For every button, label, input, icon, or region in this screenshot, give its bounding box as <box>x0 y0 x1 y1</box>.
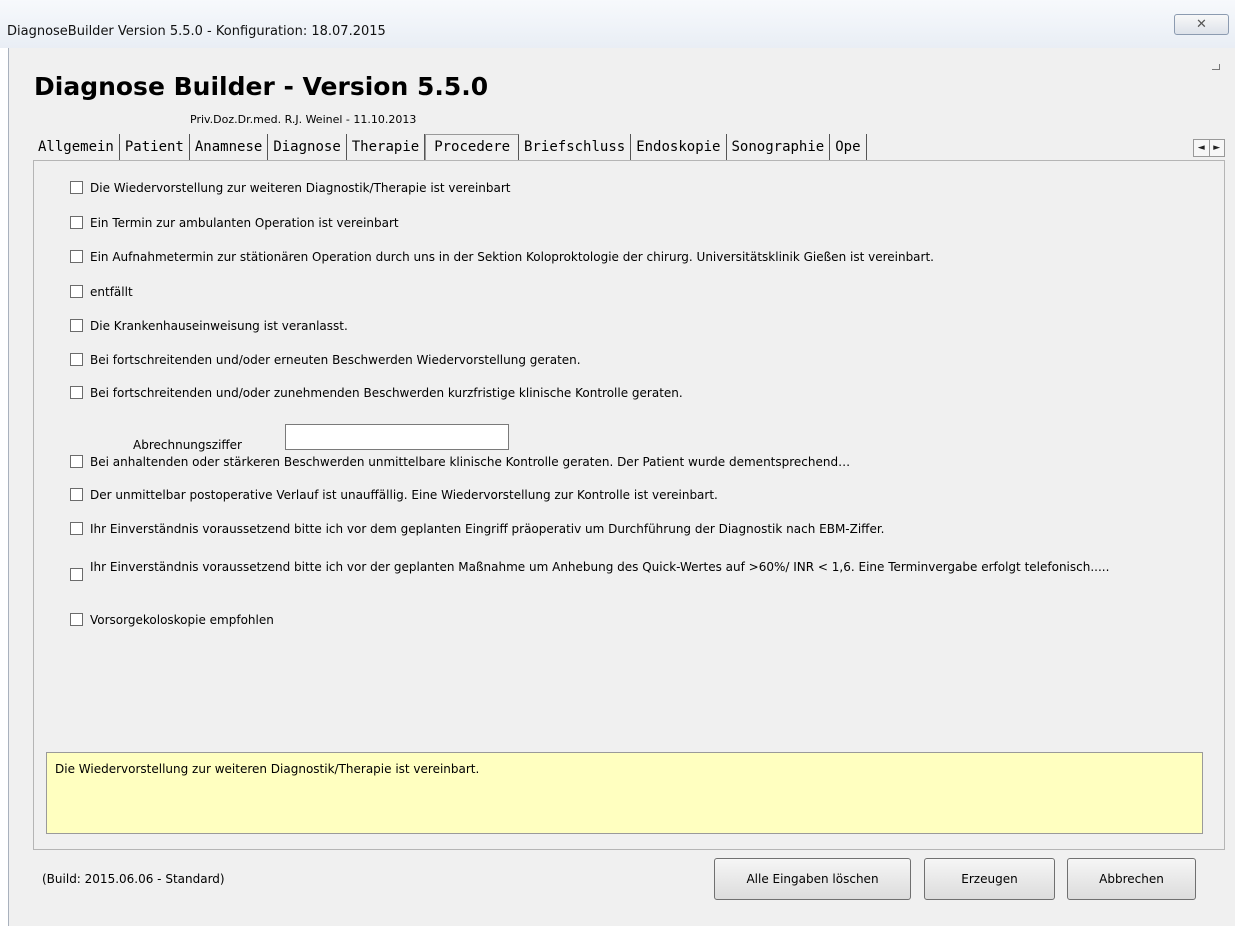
checkbox-row-erneute-beschwerden[interactable]: Bei fortschreitenden und/oder erneuten B… <box>70 352 1190 368</box>
checkbox-label: Bei anhaltenden oder stärkeren Beschwerd… <box>90 455 851 469</box>
window-titlebar: DiagnoseBuilder Version 5.5.0 - Konfigur… <box>0 0 1235 48</box>
checkbox-icon[interactable] <box>70 285 83 298</box>
tab-endoskopie[interactable]: Endoskopie <box>631 134 727 160</box>
checkbox-icon[interactable] <box>70 181 83 194</box>
tab-anamnese[interactable]: Anamnese <box>189 134 269 160</box>
build-info: (Build: 2015.06.06 - Standard) <box>42 872 225 886</box>
checkbox-label: entfällt <box>90 285 133 299</box>
checkbox-label: Ein Termin zur ambulanten Operation ist … <box>90 216 399 230</box>
tab-scroll-left-icon[interactable]: ◄ <box>1194 140 1209 156</box>
window-title: DiagnoseBuilder Version 5.5.0 - Konfigur… <box>7 24 386 39</box>
checkbox-row-ambulante-operation[interactable]: Ein Termin zur ambulanten Operation ist … <box>70 215 1190 231</box>
tab-strip: Allgemein Patient Anamnese Diagnose Therapie… <box>33 132 1193 160</box>
checkbox-icon[interactable] <box>70 522 83 535</box>
checkbox-row-quick-wert[interactable]: Ihr Einverständnis voraussetzend bitte i… <box>70 559 1190 581</box>
tab-therapie[interactable]: Therapie <box>346 134 426 160</box>
clear-all-button[interactable]: Alle Eingaben löschen <box>714 858 911 900</box>
close-window-button[interactable]: ✕ <box>1174 14 1229 35</box>
checkbox-label: Ein Aufnahmetermin zur stätionären Opera… <box>90 250 934 264</box>
cancel-button[interactable]: Abbrechen <box>1067 858 1196 900</box>
checkbox-icon[interactable] <box>70 386 83 399</box>
preview-text: Die Wiedervorstellung zur weiteren Diagn… <box>55 762 480 776</box>
checkbox-icon[interactable] <box>70 250 83 263</box>
checkbox-label: Bei fortschreitenden und/oder zunehmende… <box>90 386 683 400</box>
checkbox-row-entfaellt[interactable]: entfällt <box>70 284 1190 300</box>
tab-diagnose[interactable]: Diagnose <box>268 134 347 160</box>
checkbox-row-wiedervorstellung[interactable]: Die Wiedervorstellung zur weiteren Diagn… <box>70 180 1190 196</box>
tab-sonographie[interactable]: Sonographie <box>726 134 831 160</box>
tab-procedere[interactable]: Procedere <box>425 134 520 160</box>
checkbox-row-postoperativer-verlauf[interactable]: Der unmittelbar postoperative Verlauf is… <box>70 487 1190 503</box>
checkbox-label: Vorsorgekoloskopie empfohlen <box>90 613 274 627</box>
checkbox-row-aufnahmetermin[interactable]: Ein Aufnahmetermin zur stätionären Opera… <box>70 249 1190 265</box>
tab-scroll-buttons: ◄ ► <box>1193 139 1225 157</box>
generate-button[interactable]: Erzeugen <box>924 858 1055 900</box>
preview-text-box: Die Wiedervorstellung zur weiteren Diagn… <box>46 752 1203 834</box>
checkbox-row-vorsorgekoloskopie[interactable]: Vorsorgekoloskopie empfohlen <box>70 612 1190 628</box>
abrechnungsziffer-input[interactable] <box>285 424 509 450</box>
resize-grip-icon[interactable] <box>1212 64 1220 70</box>
checkbox-row-zunehmende-beschwerden[interactable]: Bei fortschreitenden und/oder zunehmende… <box>70 385 1190 401</box>
checkbox-label: Ihr Einverständnis voraussetzend bitte i… <box>90 560 1110 574</box>
abrechnungsziffer-label: Abrechnungsziffer <box>133 438 242 452</box>
checkbox-label: Die Wiedervorstellung zur weiteren Diagn… <box>90 181 511 195</box>
checkbox-label: Die Krankenhauseinweisung ist veranlasst… <box>90 319 348 333</box>
checkbox-row-krankenhauseinweisung[interactable]: Die Krankenhauseinweisung ist veranlasst… <box>70 318 1190 334</box>
checkbox-icon[interactable] <box>70 353 83 366</box>
checkbox-label: Ihr Einverständnis voraussetzend bitte i… <box>90 522 885 536</box>
checkbox-icon[interactable] <box>70 568 83 581</box>
checkbox-row-ebm-diagnostik[interactable]: Ihr Einverständnis voraussetzend bitte i… <box>70 521 1190 537</box>
checkbox-icon[interactable] <box>70 216 83 229</box>
checkbox-row-anhaltende-beschwerden[interactable]: Bei anhaltenden oder stärkeren Beschwerd… <box>70 454 1190 470</box>
tab-operation[interactable]: Ope <box>830 134 867 160</box>
close-icon: ✕ <box>1196 17 1207 32</box>
checkbox-icon[interactable] <box>70 455 83 468</box>
author-line: Priv.Doz.Dr.med. R.J. Weinel - 11.10.201… <box>190 113 417 126</box>
tab-scroll-right-icon[interactable]: ► <box>1208 140 1225 156</box>
checkbox-icon[interactable] <box>70 319 83 332</box>
checkbox-icon[interactable] <box>70 488 83 501</box>
checkbox-label: Der unmittelbar postoperative Verlauf is… <box>90 488 718 502</box>
checkbox-icon[interactable] <box>70 613 83 626</box>
checkbox-label: Bei fortschreitenden und/oder erneuten B… <box>90 353 581 367</box>
tab-briefschluss[interactable]: Briefschluss <box>519 134 632 160</box>
tab-allgemein[interactable]: Allgemein <box>33 134 120 160</box>
app-heading: Diagnose Builder - Version 5.5.0 <box>34 72 489 101</box>
tab-patient[interactable]: Patient <box>119 134 190 160</box>
